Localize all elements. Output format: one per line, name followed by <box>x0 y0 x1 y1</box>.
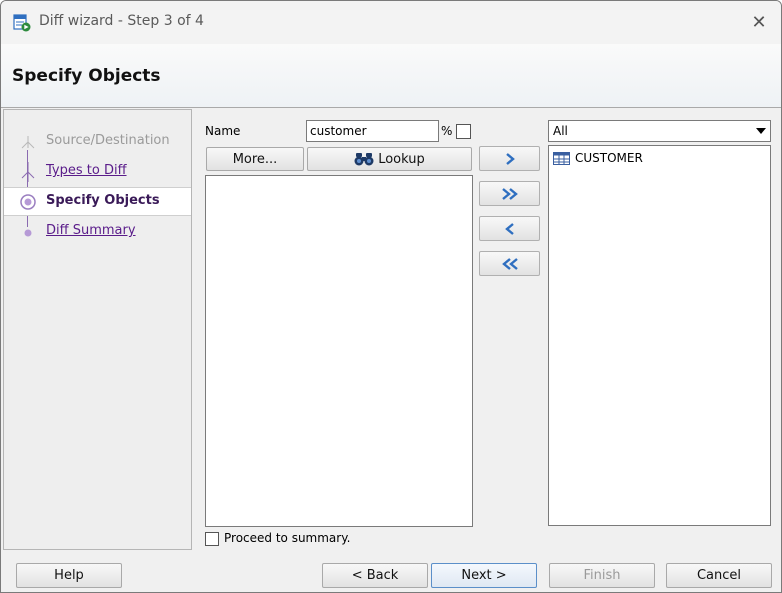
lookup-button[interactable]: Lookup <box>307 147 472 171</box>
step-completed-icon <box>21 136 35 149</box>
finish-button: Finish <box>549 563 655 588</box>
double-left-arrow-icon <box>501 257 518 270</box>
more-button[interactable]: More... <box>206 147 304 171</box>
step-label[interactable]: Diff Summary <box>46 223 136 238</box>
chevron-down-icon <box>756 128 766 134</box>
move-all-right-button[interactable] <box>479 181 540 206</box>
finish-button-label: Finish <box>583 568 621 583</box>
next-button[interactable]: Next > <box>431 563 537 588</box>
next-button-label: Next > <box>461 568 507 583</box>
diff-wizard-app-icon <box>13 14 31 32</box>
step-diff-summary[interactable]: Diff Summary <box>4 218 191 245</box>
wizard-window: Diff wizard - Step 3 of 4 ✕ Specify Obje… <box>0 0 782 593</box>
more-button-label: More... <box>232 151 278 167</box>
cancel-button[interactable]: Cancel <box>666 563 772 588</box>
step-link-icon <box>21 162 35 182</box>
name-filter-input[interactable] <box>306 120 439 142</box>
proceed-to-summary-label[interactable]: Proceed to summary. <box>224 531 350 545</box>
title-bar: Diff wizard - Step 3 of 4 ✕ <box>1 1 781 44</box>
single-left-arrow-icon <box>504 222 514 235</box>
step-source-destination: Source/Destination <box>4 128 191 155</box>
current-step-icon <box>20 194 36 210</box>
step-label: Specify Objects <box>46 193 160 208</box>
step-label: Source/Destination <box>46 133 170 148</box>
back-button-label: < Back <box>351 568 399 583</box>
double-right-arrow-icon <box>501 187 518 200</box>
move-left-button[interactable] <box>479 216 540 241</box>
cancel-button-label: Cancel <box>696 568 742 583</box>
proceed-to-summary-checkbox[interactable] <box>205 532 219 546</box>
name-label: Name <box>205 124 241 138</box>
available-objects-list[interactable] <box>205 175 473 527</box>
table-icon <box>553 151 570 165</box>
move-right-button[interactable] <box>479 146 540 171</box>
back-button[interactable]: < Back <box>322 563 428 588</box>
object-type-filter-dropdown[interactable]: All <box>548 120 771 142</box>
selected-objects-list[interactable]: CUSTOMER <box>548 145 771 526</box>
step-label[interactable]: Types to Diff <box>46 163 127 178</box>
window-title: Diff wizard - Step 3 of 4 <box>39 13 204 29</box>
wizard-header: Specify Objects <box>1 44 781 108</box>
help-button-label: Help <box>54 568 84 583</box>
binoculars-icon <box>354 153 374 166</box>
steps-panel: Source/Destination Types to Diff Specify… <box>3 109 192 550</box>
step-specify-objects: Specify Objects <box>4 187 191 216</box>
wildcard-label: % <box>441 124 453 138</box>
list-item[interactable]: CUSTOMER <box>553 151 643 165</box>
page-title: Specify Objects <box>12 66 161 86</box>
lookup-button-label: Lookup <box>378 151 425 167</box>
close-icon[interactable]: ✕ <box>737 1 781 44</box>
step-dot-icon <box>24 229 32 237</box>
single-right-arrow-icon <box>505 152 515 165</box>
help-button[interactable]: Help <box>16 563 122 588</box>
list-item-label: CUSTOMER <box>575 151 643 165</box>
step-types-to-diff[interactable]: Types to Diff <box>4 158 191 185</box>
move-all-left-button[interactable] <box>479 251 540 276</box>
wildcard-checkbox[interactable] <box>456 124 471 139</box>
dropdown-selected-value: All <box>553 124 568 138</box>
